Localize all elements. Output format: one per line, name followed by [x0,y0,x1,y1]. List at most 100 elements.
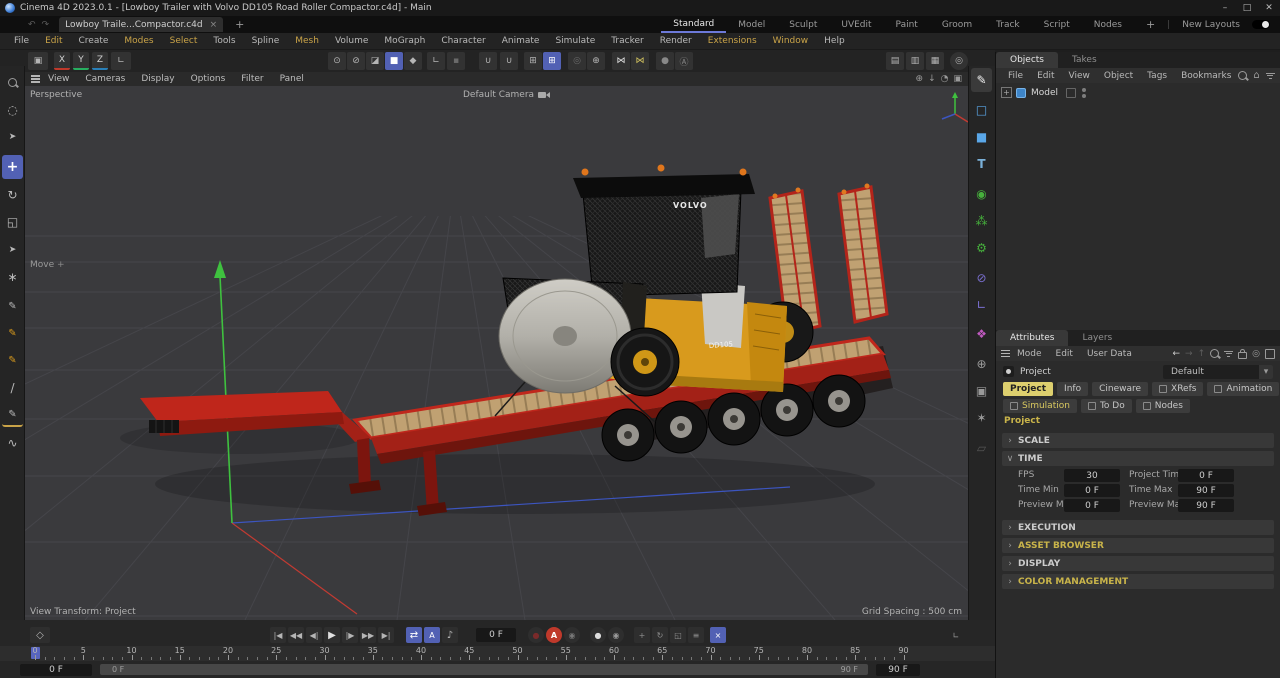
move-tool-icon[interactable]: + [2,155,23,179]
objects-menu-tags[interactable]: Tags [1140,71,1174,81]
menu-animate[interactable]: Animate [494,36,548,46]
lock-x-axis-button[interactable]: X [54,52,70,70]
current-frame-field[interactable]: 0 F [476,628,516,642]
menu-spline[interactable]: Spline [244,36,288,46]
preview-max-field[interactable]: 90 F [1178,499,1234,512]
menu-volume[interactable]: Volume [327,36,376,46]
objects-search-icon[interactable] [1238,71,1247,80]
attributes-filter-icon[interactable] [1224,349,1233,358]
fps-field[interactable]: 30 [1064,469,1120,482]
toggle-view-icon[interactable]: ▣ [953,74,962,84]
document-tab[interactable]: Lowboy Traile...Compactor.c4d × [59,17,223,32]
tablet-icon[interactable]: ▱ [971,436,992,460]
viewport-name-label[interactable]: Perspective [30,90,82,100]
render-view-icon[interactable]: ▤ [886,52,904,70]
attributes-hamburger-icon[interactable] [1001,348,1010,359]
section-execution[interactable]: › EXECUTION [1002,520,1274,535]
sketch-tool-icon[interactable]: ∿ [2,431,23,455]
timeline-ruler[interactable]: 051015202530354045505560657075808590 [0,646,995,661]
volume-builder-icon[interactable]: ⊘ [971,266,992,290]
menu-create[interactable]: Create [71,36,117,46]
layout-tab-model[interactable]: Model [726,16,777,33]
objects-menu-view[interactable]: View [1062,71,1097,81]
viewport-render-icon[interactable]: ▣ [28,52,48,70]
viewport-menu-panel[interactable]: Panel [272,74,312,84]
minimize-button[interactable]: – [1214,3,1236,13]
object-tree-label[interactable]: Model [1031,88,1058,98]
objects-menu-file[interactable]: File [1001,71,1030,81]
layout-tab-uvedit[interactable]: UVEdit [829,16,883,33]
menu-tracker[interactable]: Tracker [603,36,651,46]
annotate-icon[interactable]: Ⓐ [675,52,693,70]
menu-mesh[interactable]: Mesh [287,36,327,46]
keyframe-diamond-button[interactable]: ◇ [30,627,50,643]
viewport-hamburger-icon[interactable] [31,74,40,85]
object-tree-row[interactable]: + Model [996,85,1280,100]
spline-sketch-icon[interactable]: ✎ [2,321,23,345]
tweak-tool-icon[interactable]: ➤ [2,125,23,149]
spline-pen-icon[interactable]: ✎ [2,294,23,318]
parent-up-icon[interactable]: ↑ [1198,349,1206,359]
points-mode-icon[interactable]: ⊙ [328,52,346,70]
attr-tab-xrefs[interactable]: XRefs [1152,382,1203,396]
attributes-menu-edit[interactable]: Edit [1049,349,1080,359]
snap-icon[interactable]: ▪ [447,52,465,70]
spline-smooth-icon[interactable]: ✎ [2,348,23,372]
range-start-field[interactable]: 0 F [20,664,92,676]
key-pla-toggle[interactable]: × [710,627,726,643]
key-scale-toggle[interactable]: ◱ [670,627,686,643]
viewport-canvas[interactable]: DD105 VOLVO VOLVO x [25,86,968,620]
layout-tab-groom[interactable]: Groom [930,16,984,33]
attr-tab-project[interactable]: Project [1003,382,1053,396]
symmetry-icon[interactable]: ⋈ [612,52,630,70]
measure-icon[interactable]: ∟ [971,293,992,317]
record-toggle-a-icon[interactable]: ● [590,627,606,643]
menu-select[interactable]: Select [162,36,206,46]
previous-key-button[interactable]: ◀◀ [288,627,304,643]
visibility-dots-icon[interactable] [1082,88,1086,98]
timeline-scrollbar[interactable]: 0 F 90 F [100,664,868,675]
subdivision-surface-icon[interactable]: ◉ [971,182,992,206]
layout-tab-sculpt[interactable]: Sculpt [777,16,829,33]
new-layouts-button[interactable]: New Layouts [1170,16,1252,33]
section-time[interactable]: ∨ TIME [1002,451,1274,466]
layout-tab-nodes[interactable]: Nodes [1082,16,1134,33]
viewport-menu-options[interactable]: Options [183,74,234,84]
attributes-expand-icon[interactable] [1265,349,1275,359]
layout-tab-paint[interactable]: Paint [884,16,930,33]
project-time-field[interactable]: 0 F [1178,469,1234,482]
tab-objects[interactable]: Objects [996,52,1058,68]
section-asset-browser[interactable]: › ASSET BROWSER [1002,538,1274,553]
attr-tab-todo[interactable]: To Do [1081,399,1132,413]
attr-tab-nodes[interactable]: Nodes [1136,399,1190,413]
key-position-toggle[interactable]: + [634,627,650,643]
layout-tab-standard[interactable]: Standard [661,16,726,33]
menu-extensions[interactable]: Extensions [700,36,765,46]
preset-dropdown[interactable]: Default ▾ [1163,365,1273,379]
section-scale[interactable]: › SCALE [1002,433,1274,448]
camera-object-icon[interactable]: ▣ [971,379,992,403]
menu-file[interactable]: File [6,36,37,46]
menu-render[interactable]: Render [652,36,700,46]
scale-tool-icon[interactable]: ◱ [2,210,23,234]
attributes-menu-mode[interactable]: Mode [1010,349,1049,359]
target-icon[interactable]: ◎ [1252,349,1260,359]
render-settings-icon[interactable]: ▦ [926,52,944,70]
viewport-menu-filter[interactable]: Filter [233,74,271,84]
live-selection-icon[interactable]: ◌ [2,98,23,122]
menu-tools[interactable]: Tools [205,36,243,46]
transform-tool-icon[interactable]: ➤ [2,238,23,262]
viewport-camera-label[interactable]: Default Camera [463,90,550,100]
line-cut-tool-icon[interactable]: ✎ [2,403,23,427]
previous-frame-button[interactable]: ◀| [306,627,322,643]
pen-create-icon[interactable]: ✎ [971,68,992,92]
symmetry-settings-icon[interactable]: ⋈ [631,52,649,70]
layout-tab-track[interactable]: Track [984,16,1032,33]
dolly-view-icon[interactable]: ↓ [928,74,936,84]
tab-takes[interactable]: Takes [1058,52,1111,68]
menu-character[interactable]: Character [433,36,493,46]
enable-snap-icon[interactable]: ∪ [479,52,497,70]
go-to-end-button[interactable]: ▶| [378,627,394,643]
cube-primitive-icon[interactable]: ■ [971,125,992,149]
go-to-start-button[interactable]: |◀ [270,627,286,643]
